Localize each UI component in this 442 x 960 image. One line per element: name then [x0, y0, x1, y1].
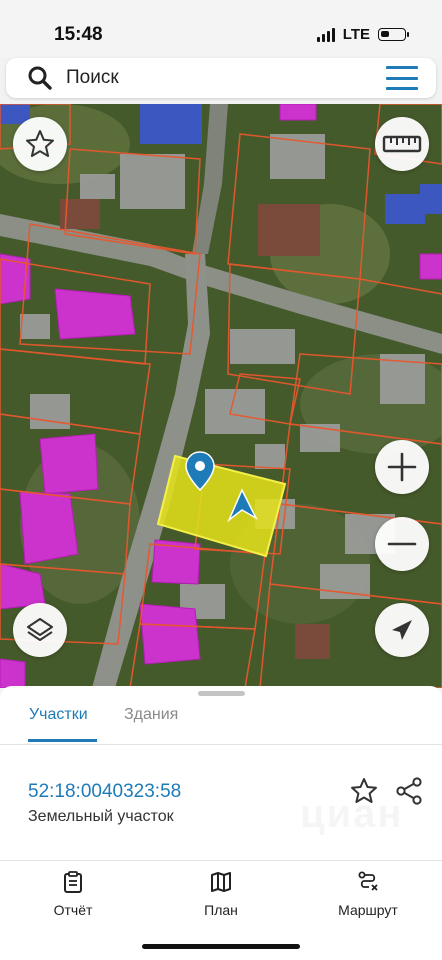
parcel-card[interactable]: циан 52:18:0040323:58 Земельный участок: [0, 746, 442, 861]
ruler-icon: [382, 135, 422, 153]
signal-icon: [316, 27, 335, 42]
search-bar[interactable]: Поиск: [6, 58, 436, 98]
nav-route[interactable]: Маршрут: [313, 864, 423, 918]
measure-button[interactable]: [375, 117, 429, 171]
battery-icon: [378, 28, 409, 41]
search-icon[interactable]: [20, 58, 60, 98]
sheet-tabs: Участки Здания: [0, 700, 442, 745]
tab-parcels[interactable]: Участки: [29, 706, 88, 724]
report-icon: [64, 871, 82, 893]
share-icon[interactable]: [394, 776, 424, 806]
status-bar: 15:48 LTE: [0, 0, 442, 58]
menu-icon[interactable]: [386, 66, 418, 90]
star-icon[interactable]: [349, 776, 379, 806]
route-icon: [358, 871, 378, 891]
zoom-in-button[interactable]: [375, 440, 429, 494]
bottom-nav: Отчёт План Маршрут: [0, 864, 442, 934]
network-type: LTE: [342, 26, 370, 43]
parcel-type: Земельный участок: [28, 808, 174, 825]
status-indicators: LTE: [316, 26, 409, 43]
map-plan-icon: [211, 872, 231, 892]
map-view[interactable]: [0, 104, 442, 688]
status-time: 15:48: [54, 24, 103, 45]
star-icon: [26, 130, 54, 157]
navigation-arrow-icon: [392, 620, 412, 640]
layers-button[interactable]: [13, 603, 67, 657]
zoom-out-button[interactable]: [375, 517, 429, 571]
nav-route-label: Маршрут: [338, 902, 398, 918]
satellite-map[interactable]: [0, 104, 442, 688]
minus-icon: [387, 542, 417, 546]
plus-icon: [387, 452, 417, 482]
layers-icon: [27, 618, 53, 641]
active-tab-indicator: [28, 739, 97, 742]
nav-report[interactable]: Отчёт: [18, 864, 128, 918]
locate-me-button[interactable]: [375, 603, 429, 657]
nav-report-label: Отчёт: [53, 902, 93, 918]
tab-buildings[interactable]: Здания: [124, 706, 178, 724]
cadastral-number[interactable]: 52:18:0040323:58: [28, 781, 181, 803]
nav-plan-label: План: [204, 902, 238, 918]
nav-plan[interactable]: План: [166, 864, 276, 918]
search-input[interactable]: Поиск: [66, 67, 386, 89]
sheet-grabber[interactable]: [198, 691, 245, 696]
bottom-sheet: Участки Здания циан 52:18:0040323:58 Зем…: [0, 686, 442, 960]
favorite-map-button[interactable]: [13, 117, 67, 171]
home-indicator: [142, 944, 300, 949]
